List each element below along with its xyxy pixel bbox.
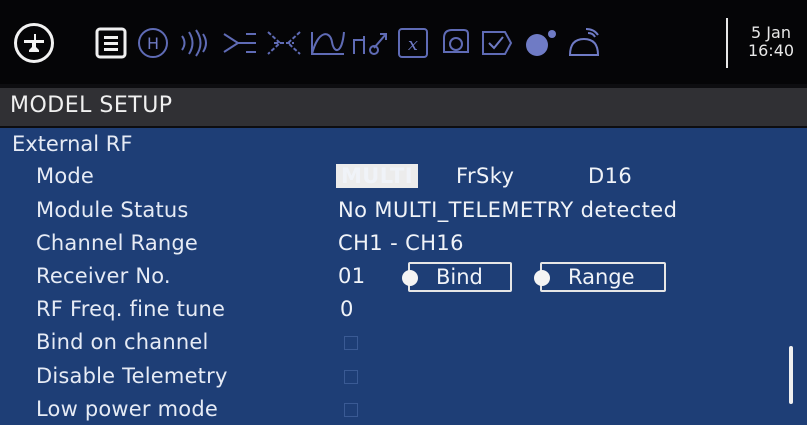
low-power-checkbox[interactable] [344,403,358,417]
bind-label: Bind [436,265,483,289]
settings-panel: External RF Mode MULTI FrSky D16 Module … [0,128,807,425]
inputs-icon[interactable] [220,22,260,64]
date-text: 5 Jan [751,23,791,42]
radio-menu-icon[interactable] [14,23,54,63]
fine-tune-value[interactable]: 0 [340,297,354,321]
display-icon[interactable] [520,22,560,64]
logical-switches-icon[interactable] [350,22,390,64]
telemetry-check-icon[interactable] [478,22,516,64]
mixer-icon[interactable] [264,22,304,64]
protocol-select[interactable]: FrSky [456,164,514,188]
bind-button[interactable]: Bind [402,262,512,292]
bind-channel-row: Bind on channel [0,328,790,358]
time-text: 16:40 [747,41,795,60]
disable-telemetry-row: Disable Telemetry [0,362,790,392]
bind-channel-label: Bind on channel [36,330,209,354]
low-power-label: Low power mode [36,397,218,421]
range-indicator-icon [534,270,550,286]
scrollbar[interactable] [789,346,793,404]
svg-text:x: x [408,34,418,55]
heli-icon[interactable]: H [136,22,170,64]
bind-channel-checkbox[interactable] [344,336,358,350]
bind-indicator-icon [402,270,418,286]
svg-text:H: H [147,34,159,53]
channel-range-value[interactable]: CH1 - CH16 [338,231,464,255]
curves-icon[interactable] [308,22,348,64]
custom-scripts-icon[interactable]: x [394,22,432,64]
header-separator [726,18,728,68]
fine-tune-label: RF Freq. fine tune [36,297,226,321]
channel-range-label: Channel Range [36,231,199,255]
disable-telemetry-checkbox[interactable] [344,370,358,384]
top-bar: H x [0,0,807,84]
channel-range-row: Channel Range CH1 - CH16 [0,229,790,259]
module-status-row: Module Status No MULTI_TELEMETRY detecte… [0,196,790,226]
module-status-label: Module Status [36,198,189,222]
low-power-row: Low power mode [0,395,790,425]
clock: 5 Jan 16:40 [738,24,804,60]
mode-select[interactable]: MULTI [336,164,418,188]
section-title: External RF [12,132,133,156]
receiver-row: Receiver No. 01 Bind Range [0,262,790,292]
receiver-number[interactable]: 01 [338,264,366,288]
radio-waves-icon[interactable] [176,22,216,64]
range-button[interactable]: Range [534,262,666,292]
gvars-icon[interactable] [562,22,606,64]
fine-tune-row: RF Freq. fine tune 0 [0,295,790,325]
page-title: MODEL SETUP [10,93,173,118]
page-title-bar: MODEL SETUP [0,88,807,126]
receiver-label: Receiver No. [36,264,171,288]
model-list-icon[interactable] [94,22,128,64]
subtype-select[interactable]: D16 [588,164,632,188]
mode-row: Mode MULTI FrSky D16 [0,162,790,192]
disable-telemetry-label: Disable Telemetry [36,364,228,388]
module-status-value: No MULTI_TELEMETRY detected [338,198,678,222]
special-functions-icon[interactable] [436,22,474,64]
range-label: Range [568,265,635,289]
mode-label: Mode [36,164,95,188]
